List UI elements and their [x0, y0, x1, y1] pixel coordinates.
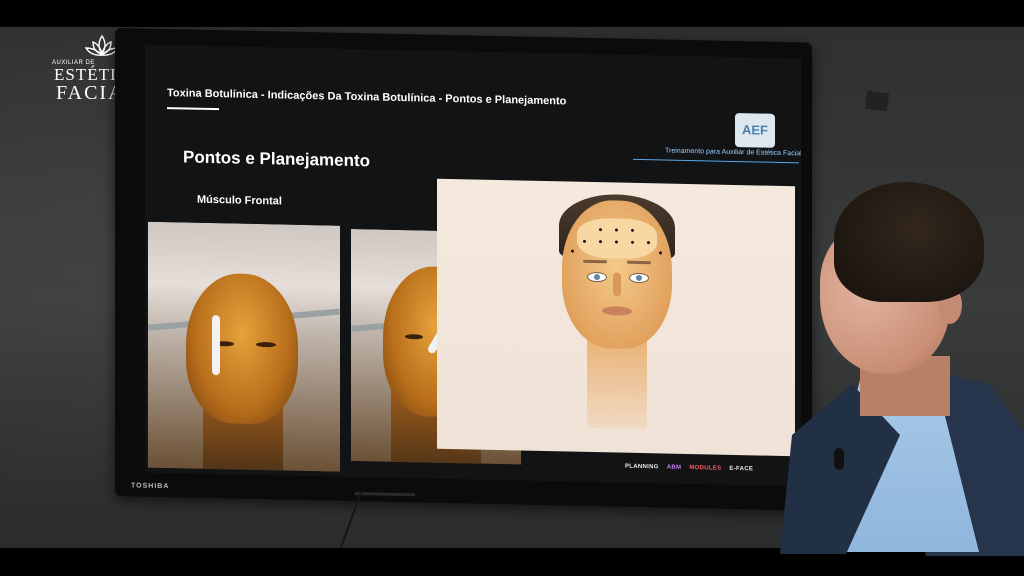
- aef-badge: AEF: [735, 112, 775, 148]
- wall-outlet: [864, 90, 890, 112]
- slide-subtitle: Treinamento para Auxiliar de Estética Fa…: [665, 147, 801, 158]
- lapel-microphone-icon: [834, 448, 844, 470]
- presentation-slide: Toxina Botulínica - Indicações Da Toxina…: [145, 44, 801, 487]
- slide-breadcrumb: Toxina Botulínica - Indicações Da Toxina…: [167, 87, 567, 108]
- anatomy-photo-1: [148, 221, 340, 472]
- slide-heading: Pontos e Planejamento: [183, 147, 371, 171]
- injection-point: [647, 241, 650, 245]
- tv-indicator: [355, 492, 415, 497]
- tv-brand-label: TOSHIBA: [131, 482, 170, 491]
- sponsor-logo: ABM: [666, 464, 682, 471]
- probe-marker: [212, 315, 220, 376]
- injection-point: [599, 228, 602, 232]
- injection-point: [615, 228, 618, 232]
- presenter: [780, 176, 1024, 556]
- television: Toxina Botulínica - Indicações Da Toxina…: [115, 28, 812, 511]
- injection-point: [571, 249, 574, 253]
- injection-point: [659, 251, 662, 255]
- sponsor-logo: MODULES: [689, 465, 722, 472]
- face-injection-points-diagram: [437, 178, 795, 457]
- injection-point: [631, 228, 634, 232]
- sponsor-logo: PLANNING: [625, 463, 659, 471]
- sponsor-logo: E-FACE: [729, 465, 754, 473]
- injection-point: [599, 240, 602, 244]
- subtitle-underline: [633, 158, 799, 164]
- video-frame: AUXILIAR DE ESTÉTICA FACIAL Toxina Botul…: [0, 0, 1024, 576]
- presenter-hair: [834, 182, 984, 302]
- injection-point: [615, 240, 618, 244]
- title-underline: [167, 107, 219, 111]
- injection-point: [631, 240, 634, 244]
- injection-point: [583, 239, 586, 243]
- muscle-label: Músculo Frontal: [197, 193, 282, 208]
- sponsor-logos: PLANNING ABM MODULES E-FACE: [625, 459, 753, 478]
